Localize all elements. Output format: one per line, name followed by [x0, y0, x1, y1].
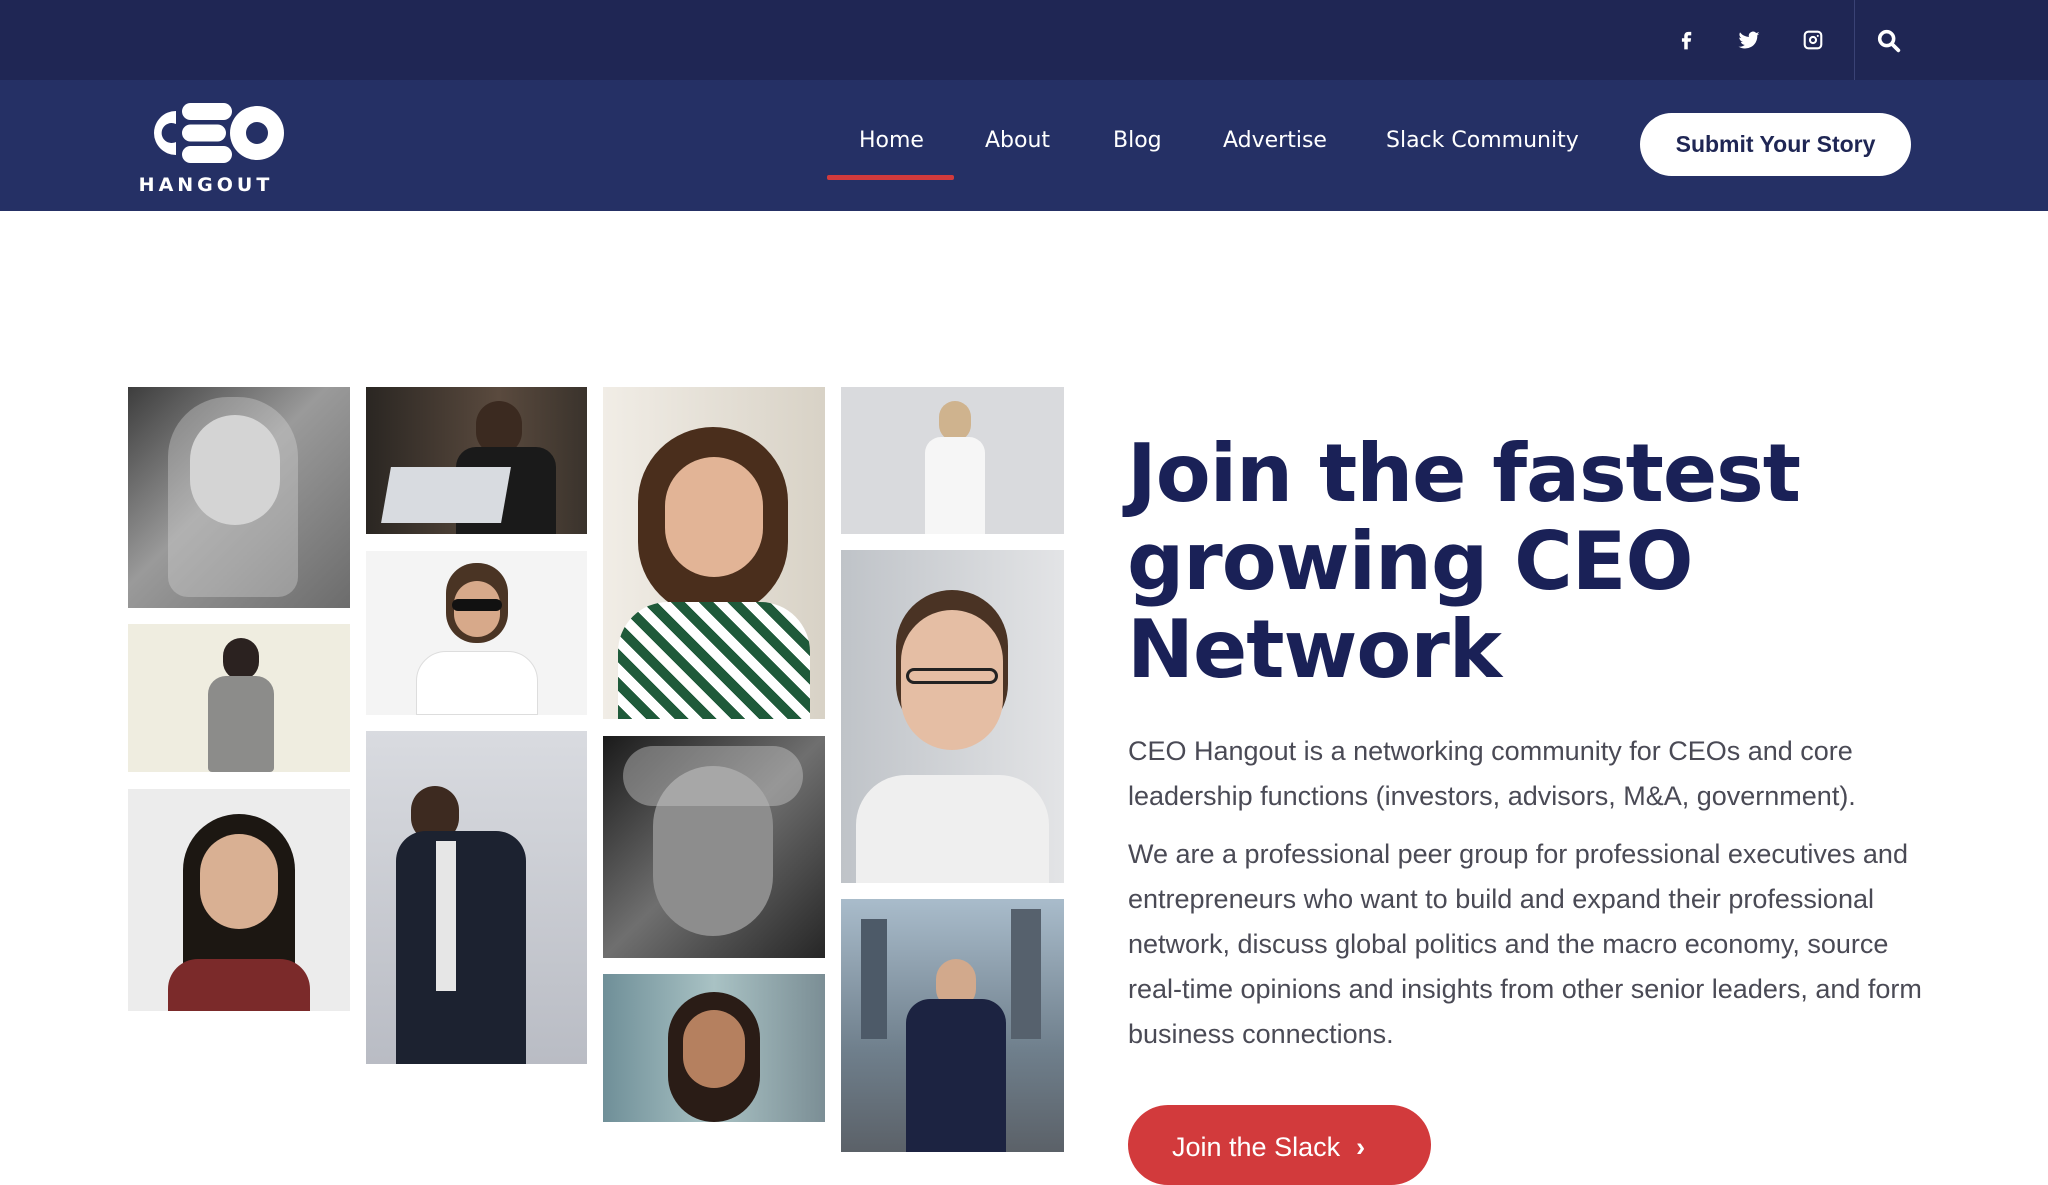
instagram-icon[interactable]: [1795, 22, 1831, 58]
logo-subtitle: HANGOUT: [138, 174, 274, 196]
portrait-photo: [366, 387, 587, 534]
hero-description-paragraph: We are a professional peer group for pro…: [1128, 839, 1922, 1049]
twitter-icon[interactable]: [1731, 22, 1767, 58]
hero-title-line-1: Join the fastest: [1127, 427, 1801, 520]
portrait-photo: [841, 899, 1064, 1152]
active-nav-indicator: [827, 175, 954, 180]
nav-item-about[interactable]: About: [985, 126, 1050, 156]
topbar-divider: [1854, 0, 1855, 80]
portrait-photo: [128, 387, 350, 608]
hero-title: Join the fastest growing CEO Network: [1127, 430, 1947, 694]
portrait-photo: [603, 736, 825, 958]
portrait-photo: [128, 789, 350, 1011]
hero-title-line-3: Network: [1127, 603, 1502, 696]
ceo-logo-mark: [154, 103, 284, 163]
portrait-photo: [841, 550, 1064, 883]
nav-item-home[interactable]: Home: [859, 126, 924, 156]
join-slack-label: Join the Slack: [1172, 1132, 1341, 1162]
nav-item-advertise[interactable]: Advertise: [1223, 126, 1327, 156]
site-logo[interactable]: HANGOUT: [126, 94, 286, 198]
facebook-icon[interactable]: [1668, 22, 1704, 58]
search-icon[interactable]: [1872, 24, 1906, 58]
submit-story-button[interactable]: Submit Your Story: [1640, 113, 1911, 176]
portrait-photo: [603, 387, 825, 719]
portrait-photo: [366, 731, 587, 1064]
portrait-photo: [128, 624, 350, 772]
top-utility-bar: [0, 0, 2048, 80]
portrait-photo: [841, 387, 1064, 534]
hero-title-line-2: growing CEO: [1127, 515, 1693, 608]
nav-item-slack-community[interactable]: Slack Community: [1386, 126, 1579, 156]
portrait-photo: [603, 974, 825, 1122]
portrait-photo: [366, 551, 587, 715]
nav-item-blog[interactable]: Blog: [1113, 126, 1162, 156]
hero-intro-paragraph: CEO Hangout is a networking community fo…: [1128, 736, 1856, 811]
join-slack-button[interactable]: Join the Slack ›: [1128, 1105, 1431, 1185]
chevron-right-icon: ›: [1356, 1132, 1366, 1162]
